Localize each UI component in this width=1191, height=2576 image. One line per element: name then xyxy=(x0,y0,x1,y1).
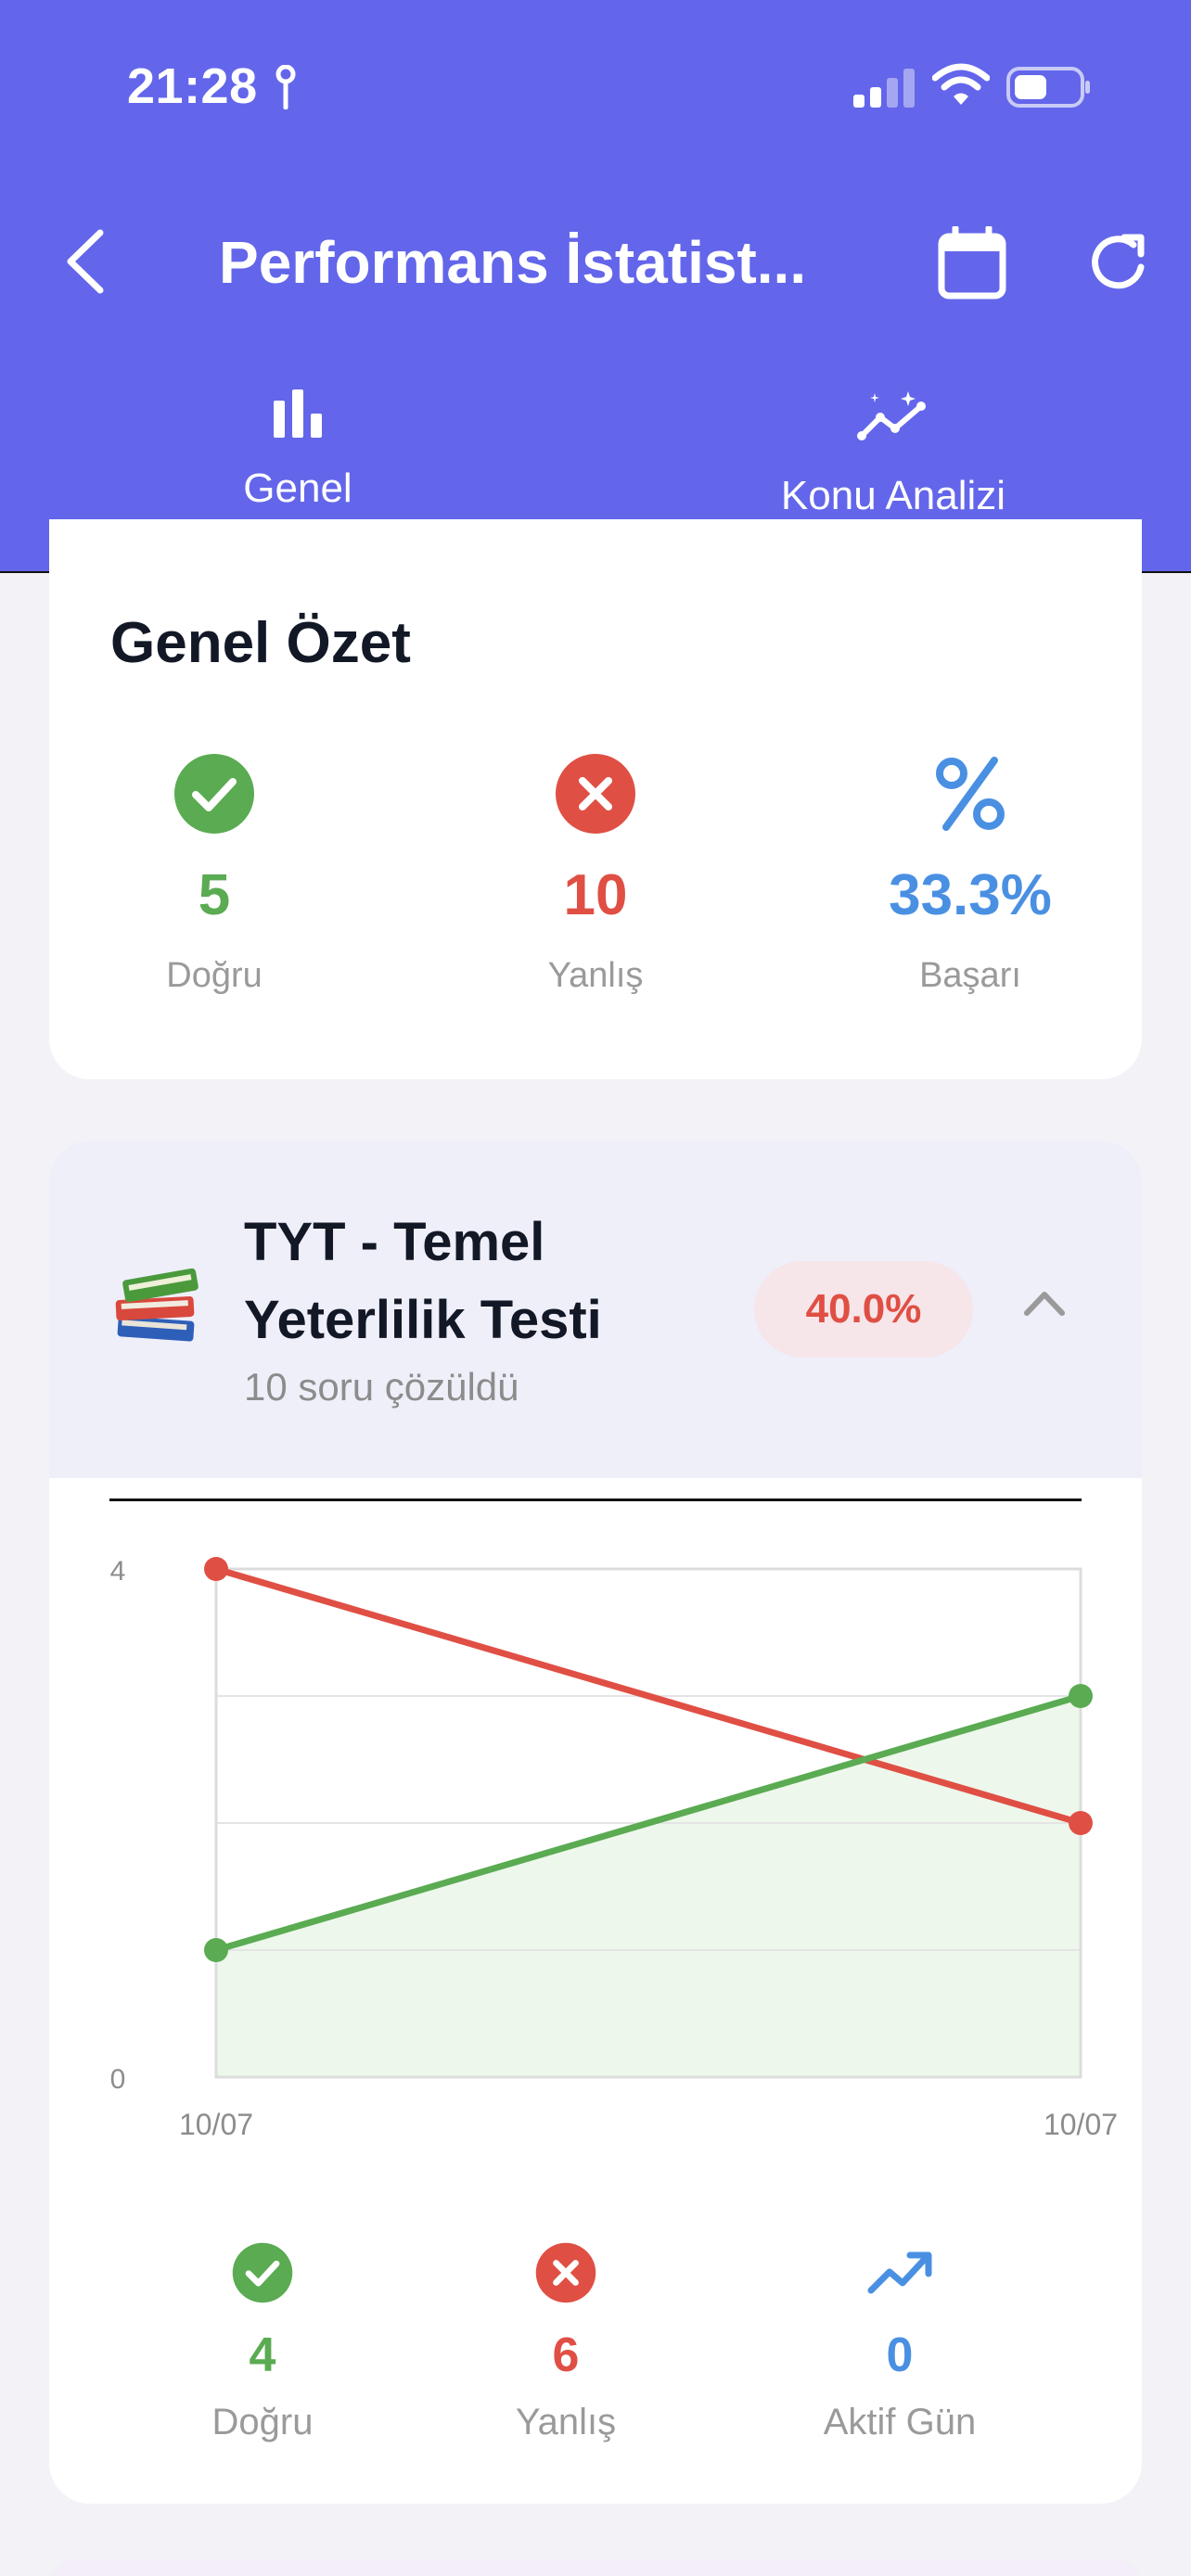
stat-wrong: 10 Yanlış xyxy=(429,753,762,996)
check-circle-icon xyxy=(232,2242,293,2303)
x-circle-icon xyxy=(556,754,635,834)
refresh-icon xyxy=(1092,234,1145,289)
summary-title: Genel Özet xyxy=(110,611,411,675)
status-time: 21:28 xyxy=(127,58,258,114)
chevron-up-icon xyxy=(1024,1292,1065,1316)
trend-sparkle-icon xyxy=(857,391,926,440)
books-icon xyxy=(115,1268,198,1342)
mini-stat-label: Aktif Gün xyxy=(823,2402,977,2442)
chart-top-divider xyxy=(109,1498,1082,1501)
calendar-button[interactable] xyxy=(937,224,1007,305)
app-header: 21:28 Performans İstatist... Genel Konu … xyxy=(0,0,1191,573)
stat-value: 5 xyxy=(198,863,231,927)
stat-correct: 5 Doğru xyxy=(47,753,381,996)
stat-value: 33.3% xyxy=(889,863,1052,927)
stat-label: Yanlış xyxy=(547,956,644,995)
mini-stat-wrong: 6 Yanlış xyxy=(427,2242,705,2443)
tab-label: Konu Analizi xyxy=(780,473,1006,518)
back-button[interactable] xyxy=(58,223,113,300)
chevron-left-icon xyxy=(67,229,104,294)
line-chart: 0 4 10/07 10/07 xyxy=(110,1556,1118,2141)
next-subject-card[interactable] xyxy=(49,2559,1142,2576)
mini-stat-value: 4 xyxy=(249,2328,276,2382)
subject-title: TYT - Temel Yeterlilik Testi xyxy=(244,1212,602,1350)
mini-stat-correct: 4 Doğru xyxy=(123,2242,402,2443)
data-point xyxy=(1069,1684,1093,1708)
percent-icon xyxy=(936,757,1005,831)
cellular-signal-icon xyxy=(853,69,915,108)
calendar-icon xyxy=(938,224,1006,300)
wifi-icon xyxy=(932,63,990,105)
success-rate-badge: 40.0% xyxy=(754,1261,973,1358)
mini-stat-label: Doğru xyxy=(211,2402,314,2442)
subject-header[interactable]: TYT - Temel Yeterlilik Testi 10 soru çöz… xyxy=(49,1141,1142,1478)
stat-label: Başarı xyxy=(919,956,1021,995)
mini-stat-label: Yanlış xyxy=(515,2402,617,2442)
data-point xyxy=(204,1938,228,1962)
stat-success-rate: 33.3% Başarı xyxy=(803,753,1137,996)
series-area xyxy=(216,1696,1081,2077)
y-tick-label: 4 xyxy=(110,1556,126,1587)
check-circle-icon xyxy=(174,754,254,834)
stat-value: 10 xyxy=(563,863,628,927)
data-point xyxy=(1069,1811,1093,1835)
tab-label: Genel xyxy=(243,465,352,511)
mini-stat-active-days: 0 Aktif Gün xyxy=(761,2242,1039,2443)
battery-icon xyxy=(1006,67,1090,108)
refresh-button[interactable] xyxy=(1085,230,1152,301)
tab-genel[interactable]: Genel xyxy=(0,389,596,512)
data-point xyxy=(204,1557,228,1581)
location-icon xyxy=(275,65,296,109)
mini-stat-value: 6 xyxy=(552,2328,580,2382)
x-circle-icon xyxy=(535,2242,596,2303)
bar-chart-icon xyxy=(274,389,322,438)
y-tick-label: 0 xyxy=(110,2064,126,2095)
subject-subtitle: 10 soru çözüldü xyxy=(244,1365,519,1409)
subject-card: TYT - Temel Yeterlilik Testi 10 soru çöz… xyxy=(49,1141,1142,2504)
mini-stat-value: 0 xyxy=(886,2328,914,2382)
collapse-button[interactable] xyxy=(1023,1289,1066,1321)
x-tick-label: 10/07 xyxy=(1044,2108,1118,2141)
stat-label: Doğru xyxy=(166,956,263,995)
x-tick-label: 10/07 xyxy=(179,2108,253,2141)
summary-card: Genel Özet 5 Doğru 10 Yanlış 33.3% Başar… xyxy=(49,519,1142,1079)
tab-konu-analizi[interactable]: Konu Analizi xyxy=(596,389,1191,519)
trending-up-icon xyxy=(867,2251,932,2294)
page-title: Performans İstatist... xyxy=(219,229,807,296)
